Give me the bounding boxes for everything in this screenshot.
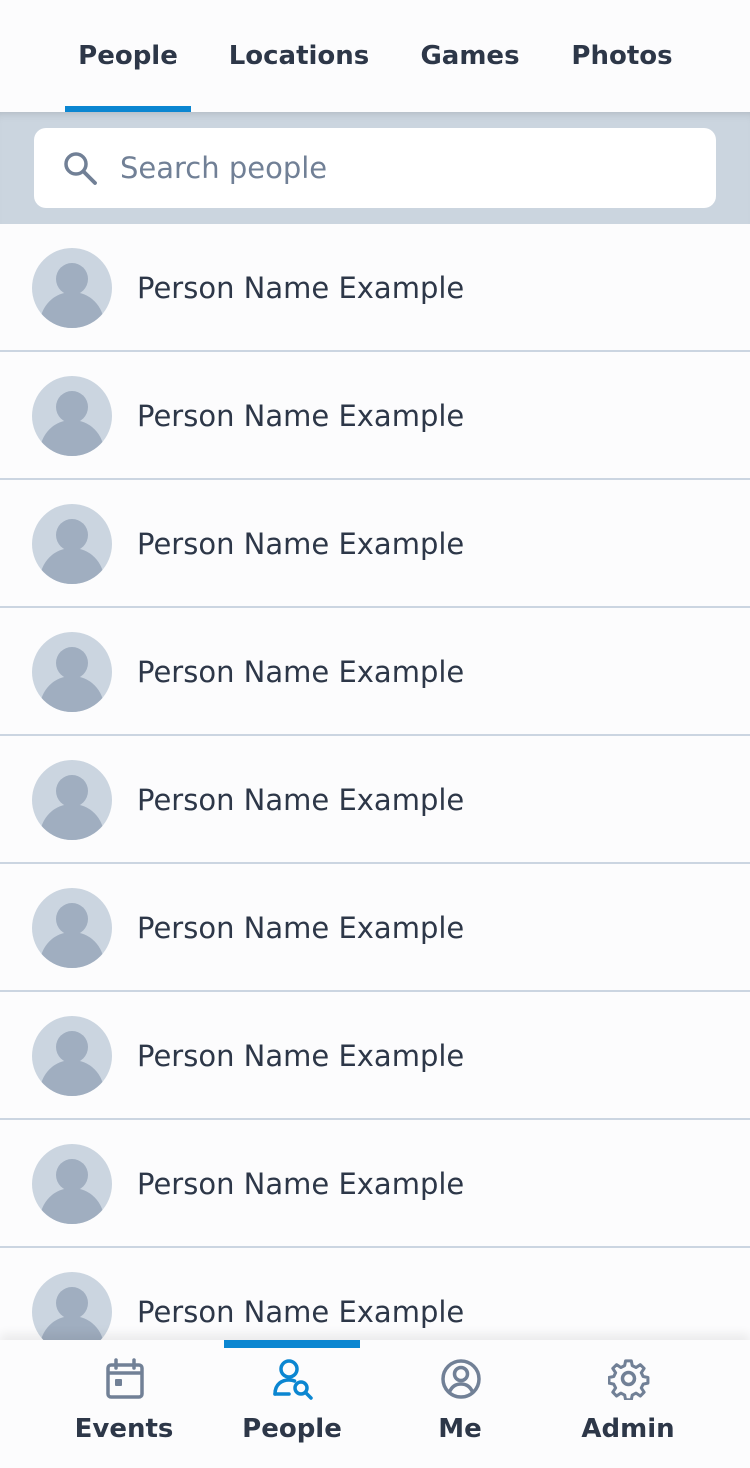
person-name: Person Name Example [137, 527, 465, 561]
people-list: Person Name Example Person Name Example … [0, 224, 750, 1340]
bottom-nav-bar: Events People Me Admin [0, 1340, 750, 1468]
nav-people-label: People [242, 1414, 342, 1444]
list-item[interactable]: Person Name Example [0, 864, 750, 992]
list-item[interactable]: Person Name Example [0, 992, 750, 1120]
list-item[interactable]: Person Name Example [0, 224, 750, 352]
search-box[interactable] [34, 128, 716, 208]
top-tab-bar: People Locations Games Photos [0, 0, 750, 112]
list-item[interactable]: Person Name Example [0, 352, 750, 480]
nav-me[interactable]: Me [376, 1340, 544, 1468]
default-avatar-icon [32, 1016, 112, 1096]
list-item[interactable]: Person Name Example [0, 736, 750, 864]
default-avatar-icon [32, 1144, 112, 1224]
search-icon [64, 152, 97, 185]
nav-admin[interactable]: Admin [544, 1340, 712, 1468]
tab-games[interactable]: Games [408, 0, 532, 112]
person-name: Person Name Example [137, 655, 465, 689]
person-name: Person Name Example [137, 911, 465, 945]
default-avatar-icon [32, 504, 112, 584]
active-nav-indicator [224, 1340, 360, 1348]
person-name: Person Name Example [137, 399, 465, 433]
default-avatar-icon [32, 632, 112, 712]
active-tab-indicator [65, 106, 191, 112]
nav-admin-label: Admin [581, 1414, 675, 1444]
default-avatar-icon [32, 1272, 112, 1340]
tab-locations-label: Locations [228, 41, 370, 71]
gear-icon [608, 1359, 650, 1400]
tab-locations[interactable]: Locations [216, 0, 382, 112]
search-input[interactable] [120, 128, 700, 208]
tab-people-label: People [78, 41, 178, 71]
tab-games-label: Games [420, 41, 520, 71]
nav-events[interactable]: Events [40, 1340, 208, 1468]
person-name: Person Name Example [137, 1167, 465, 1201]
nav-me-label: Me [438, 1414, 482, 1444]
list-item[interactable]: Person Name Example [0, 480, 750, 608]
nav-people[interactable]: People [208, 1340, 376, 1468]
tab-photos-label: Photos [571, 41, 673, 71]
people-search-icon [273, 1359, 313, 1400]
default-avatar-icon [32, 376, 112, 456]
default-avatar-icon [32, 888, 112, 968]
list-item[interactable]: Person Name Example [0, 608, 750, 736]
person-name: Person Name Example [137, 1039, 465, 1073]
tab-people[interactable]: People [65, 0, 191, 112]
search-bar-container [0, 112, 750, 224]
person-name: Person Name Example [137, 1295, 465, 1329]
default-avatar-icon [32, 248, 112, 328]
list-item[interactable]: Person Name Example [0, 1120, 750, 1248]
person-name: Person Name Example [137, 783, 465, 817]
list-item[interactable]: Person Name Example [0, 1248, 750, 1340]
tab-photos[interactable]: Photos [558, 0, 686, 112]
user-circle-icon [441, 1359, 481, 1399]
person-name: Person Name Example [137, 271, 465, 305]
default-avatar-icon [32, 760, 112, 840]
calendar-icon [106, 1358, 144, 1399]
nav-events-label: Events [74, 1414, 174, 1444]
